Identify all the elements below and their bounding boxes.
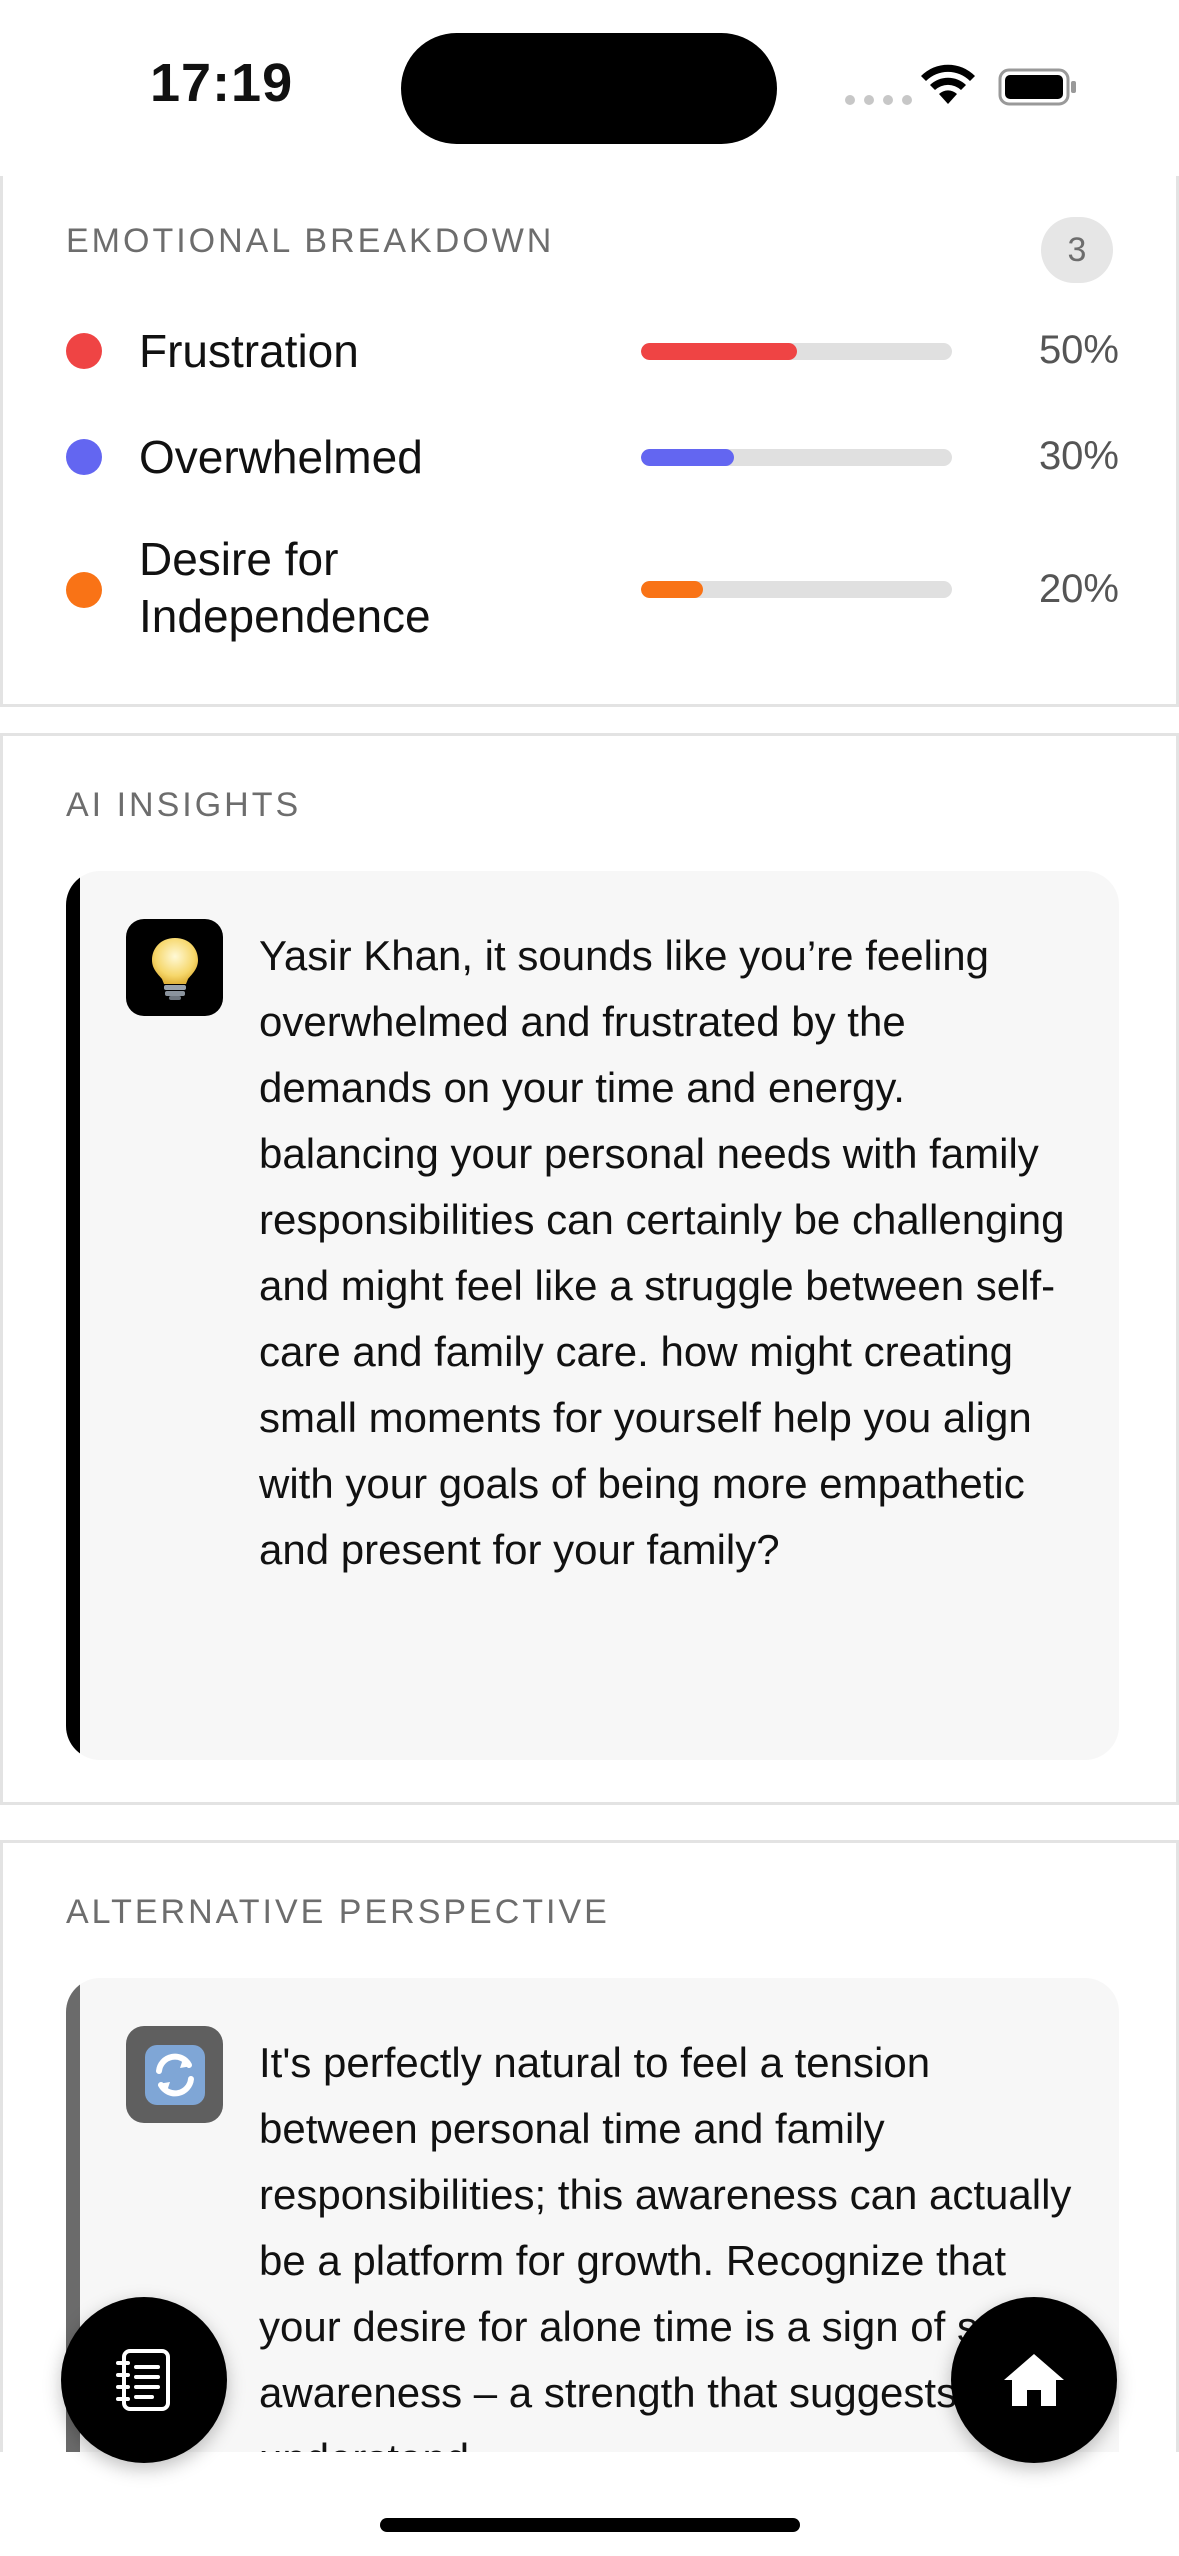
emotion-label: Desire for Independence xyxy=(139,533,431,642)
journal-icon xyxy=(116,2349,170,2411)
emotion-dot xyxy=(66,572,102,608)
emotion-progress-fill xyxy=(641,449,735,466)
home-button[interactable] xyxy=(951,2297,1117,2463)
battery-icon xyxy=(998,68,1076,106)
ai-insights-card: AI INSIGHTS Yasir Khan, it sounds like y… xyxy=(0,733,1179,1805)
emotion-row-frustration: Frustration 50% xyxy=(66,296,1119,406)
emotion-dot xyxy=(66,439,102,475)
journal-button[interactable] xyxy=(61,2297,227,2463)
emotion-progress-track xyxy=(641,449,952,466)
section-title: EMOTIONAL BREAKDOWN xyxy=(66,222,555,260)
wifi-icon xyxy=(921,64,975,104)
emotion-progress-track xyxy=(641,343,952,360)
emotion-percent: 20% xyxy=(1038,567,1119,611)
insight-box: Yasir Khan, it sounds like you’re feelin… xyxy=(66,871,1119,1760)
insight-text: Yasir Khan, it sounds like you’re feelin… xyxy=(259,932,1065,1573)
dynamic-island xyxy=(401,33,777,144)
cellular-signal-icon xyxy=(845,95,912,105)
emotion-dot xyxy=(66,333,102,369)
count-badge: 3 xyxy=(1041,217,1113,283)
lightbulb-icon xyxy=(126,919,223,1016)
emotion-label: Overwhelmed xyxy=(139,431,423,483)
scroll-content[interactable]: EMOTIONAL BREAKDOWN 3 Frustration 50% Ov… xyxy=(0,176,1179,2452)
bottom-safe-area xyxy=(0,2452,1179,2556)
emotion-row-overwhelmed: Overwhelmed 30% xyxy=(66,402,1119,512)
emotion-progress-track xyxy=(641,581,952,598)
refresh-icon xyxy=(126,2026,223,2123)
emotion-percent: 30% xyxy=(1038,434,1119,478)
emotion-row-desire-for-independence: Desire for Independence 20% xyxy=(66,531,1119,661)
insight-accent-bar xyxy=(66,871,80,1760)
emotion-percent: 50% xyxy=(1038,328,1119,372)
emotion-progress-fill xyxy=(641,343,797,360)
emotion-progress-fill xyxy=(641,581,704,598)
status-bar: 17:19 xyxy=(0,0,1179,176)
section-title: AI INSIGHTS xyxy=(66,786,302,824)
status-time: 17:19 xyxy=(150,53,294,113)
home-indicator[interactable] xyxy=(380,2518,800,2532)
emotion-label: Frustration xyxy=(139,325,359,377)
home-icon xyxy=(1004,2354,1064,2406)
app-screen: 17:19 EMOTIONAL BREAKDOWN 3 Frustration xyxy=(0,0,1179,2556)
section-title: ALTERNATIVE PERSPECTIVE xyxy=(66,1893,610,1931)
emotional-breakdown-card: EMOTIONAL BREAKDOWN 3 Frustration 50% Ov… xyxy=(0,176,1179,707)
